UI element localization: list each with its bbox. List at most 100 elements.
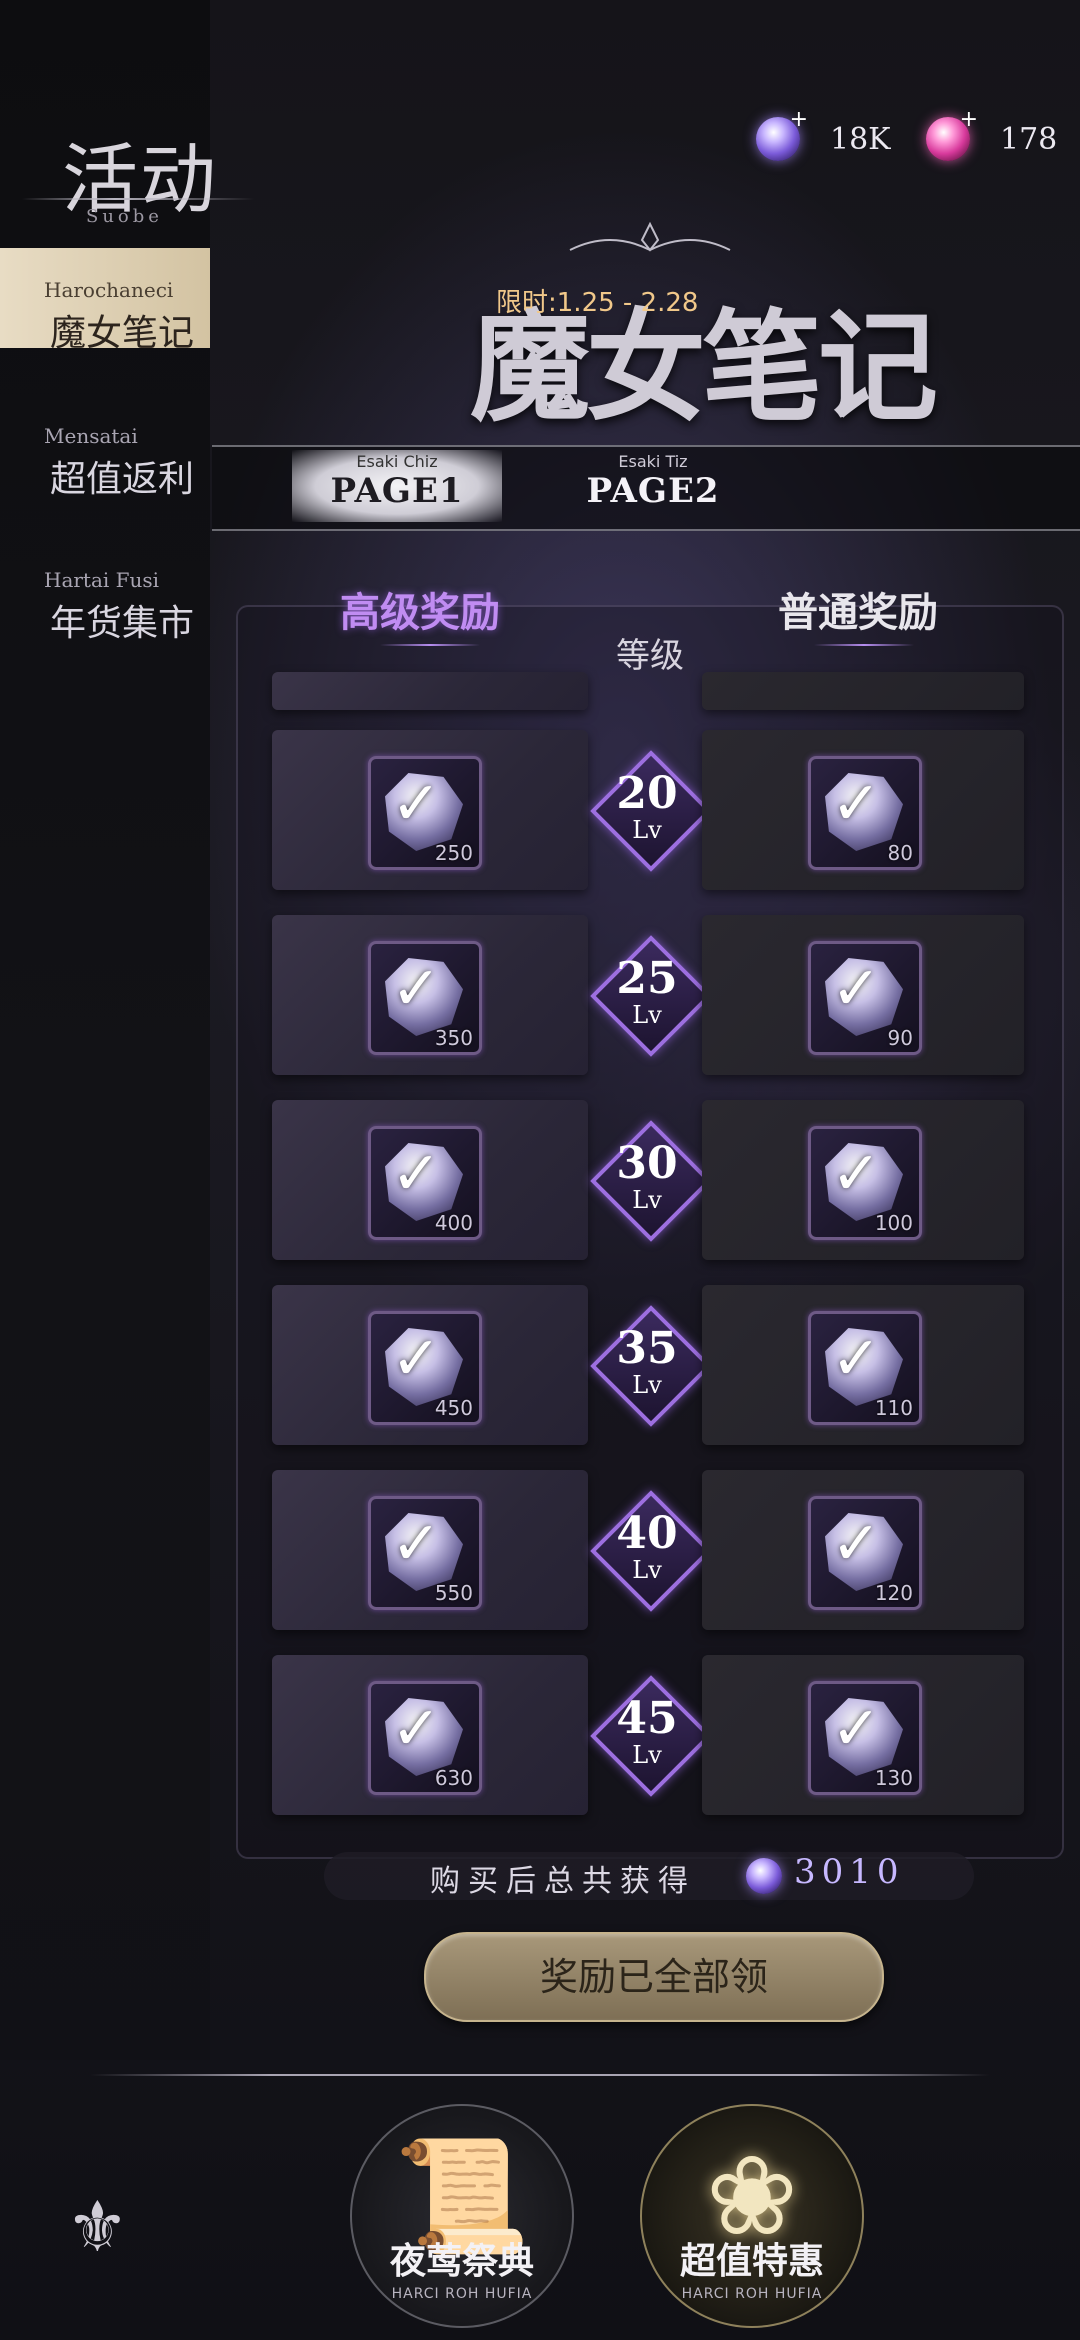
level-number: 20 [616,768,678,819]
level-suffix: Lv [632,1741,662,1769]
reward-amount: 550 [434,1581,473,1605]
bottom-label: 夜莺祭典 [389,2240,534,2282]
level-badge: 45 Lv [590,1675,712,1797]
currency-purple[interactable]: + 18K [756,107,891,166]
corner-logo-icon: ⚜ [66,2186,129,2268]
purple-gem-icon: + [756,107,808,161]
reward-card-normal[interactable]: ✓ 90 [702,915,1024,1075]
reward-amount: 120 [874,1581,913,1605]
reward-card-normal[interactable]: ✓ 100 [702,1100,1024,1260]
title-divider [22,198,254,200]
reward-card-premium[interactable]: ✓ 630 [272,1655,588,1815]
reward-item[interactable]: ✓ 350 [368,941,482,1055]
reward-item[interactable]: ✓ 250 [368,756,482,870]
crown-ornament-icon [569,221,731,252]
reward-item[interactable]: ✓ 400 [368,1126,482,1240]
reward-item[interactable]: ✓ 550 [368,1496,482,1610]
reward-card-normal[interactable]: ✓ 80 [702,730,1024,890]
reward-card-normal[interactable]: ✓ 110 [702,1285,1024,1445]
level-number: 45 [616,1693,678,1744]
sidebar-item-market[interactable]: Hartai Fusi 年货集市 [0,538,210,644]
reward-amount: 350 [434,1026,473,1050]
check-icon: ✓ [391,954,442,1024]
reward-card-premium[interactable]: ✓ 550 [272,1470,588,1630]
check-icon: ✓ [831,769,882,839]
level-number: 30 [616,1138,678,1189]
premium-header: 高级奖励 [340,589,500,636]
check-icon: ✓ [831,1139,882,1209]
premium-header-ornament [380,644,480,646]
sidebar-item-en: Mensatai [44,424,138,448]
reward-amount: 630 [434,1766,473,1790]
pink-gem-icon: + [926,107,978,161]
reward-amount: 100 [874,1211,913,1235]
nightingale-festival-button[interactable]: 📜 夜莺祭典 HARCI ROH HUFIA [350,2104,574,2328]
reward-item[interactable]: ✓ 120 [808,1496,922,1610]
sidebar-item-label: 年货集市 [50,603,195,644]
total-label: 购买后总共获得 [430,1864,696,1899]
reward-amount: 110 [874,1396,913,1420]
level-badge: 40 Lv [590,1490,712,1612]
tab-en: Esaki Chiz [356,452,438,471]
tab-label: PAGE1 [330,471,464,511]
tab-label: PAGE2 [586,471,720,511]
reward-item[interactable]: ✓ 90 [808,941,922,1055]
reward-card-normal-partial [702,672,1024,710]
time-limit: 限时:1.25 - 2.28 [496,288,699,318]
check-icon: ✓ [391,769,442,839]
check-icon: ✓ [831,954,882,1024]
reward-amount: 400 [434,1211,473,1235]
bottom-label: 超值特惠 [679,2240,824,2282]
reward-amount: 80 [887,841,913,865]
level-header: 等级 [616,636,684,676]
check-icon: ✓ [391,1694,442,1764]
total-value: 3010 [794,1852,905,1892]
sidebar-item-witch-notes[interactable]: Harochaneci 魔女笔记 [0,248,210,354]
reward-card-premium-partial [272,672,588,710]
reward-card-premium[interactable]: ✓ 450 [272,1285,588,1445]
reward-item[interactable]: ✓ 100 [808,1126,922,1240]
level-badge: 25 Lv [590,935,712,1057]
currency-value: 18K [830,121,891,157]
check-icon: ✓ [391,1324,442,1394]
reward-item[interactable]: ✓ 80 [808,756,922,870]
activity-subtitle: Suobe [86,206,163,227]
reward-card-normal[interactable]: ✓ 120 [702,1470,1024,1630]
check-icon: ✓ [391,1139,442,1209]
level-suffix: Lv [632,816,662,844]
bottom-sub: HARCI ROH HUFIA [681,2286,823,2302]
tab-page2[interactable]: Esaki Tiz PAGE2 [548,450,758,522]
normal-header-ornament [814,644,914,646]
reward-item[interactable]: ✓ 130 [808,1681,922,1795]
special-deal-button[interactable]: ❀ 超值特惠 HARCI ROH HUFIA [640,2104,864,2328]
reward-item[interactable]: ✓ 450 [368,1311,482,1425]
claim-all-button[interactable]: 奖励已全部领 [424,1932,884,2022]
tab-en: Esaki Tiz [618,452,688,471]
reward-card-premium[interactable]: ✓ 400 [272,1100,588,1260]
level-suffix: Lv [632,1186,662,1214]
level-badge: 30 Lv [590,1120,712,1242]
sidebar-item-label: 超值返利 [50,459,195,500]
sidebar-item-en: Harochaneci [44,278,174,302]
tab-page1[interactable]: Esaki Chiz PAGE1 [292,450,502,522]
reward-card-premium[interactable]: ✓ 350 [272,915,588,1075]
level-number: 35 [616,1323,678,1374]
reward-amount: 250 [434,841,473,865]
level-badge: 35 Lv [590,1305,712,1427]
reward-item[interactable]: ✓ 110 [808,1311,922,1425]
reward-card-premium[interactable]: ✓ 250 [272,730,588,890]
bottom-divider [90,2074,990,2076]
normal-header: 普通奖励 [778,589,938,636]
reward-item[interactable]: ✓ 630 [368,1681,482,1795]
bottom-sub: HARCI ROH HUFIA [391,2286,533,2302]
currency-pink[interactable]: + 178 [926,107,1058,166]
level-suffix: Lv [632,1556,662,1584]
level-suffix: Lv [632,1001,662,1029]
reward-card-normal[interactable]: ✓ 130 [702,1655,1024,1815]
check-icon: ✓ [391,1509,442,1579]
currency-value: 178 [1000,121,1058,157]
sidebar-item-rebate[interactable]: Mensatai 超值返利 [0,394,210,500]
level-number: 40 [616,1508,678,1559]
level-suffix: Lv [632,1371,662,1399]
check-icon: ✓ [831,1509,882,1579]
